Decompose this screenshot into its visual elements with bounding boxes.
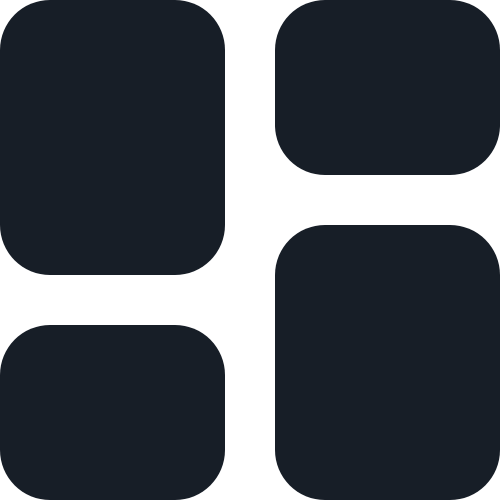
tile-top-left	[0, 0, 225, 275]
tile-bottom-right	[275, 225, 500, 500]
dashboard-layout-icon	[0, 0, 500, 500]
tile-top-right	[275, 0, 500, 175]
tile-bottom-left	[0, 325, 225, 500]
